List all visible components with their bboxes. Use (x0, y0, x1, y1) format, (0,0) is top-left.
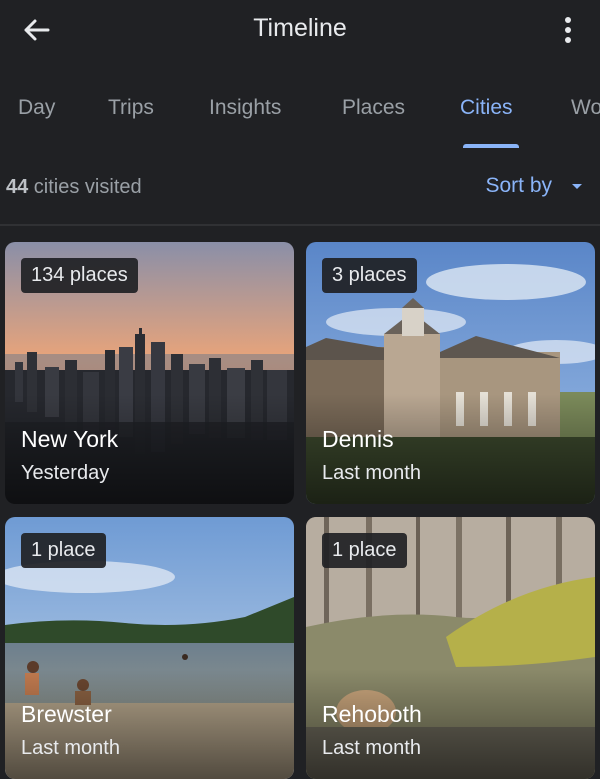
more-options-button[interactable] (554, 10, 582, 50)
tab-insights[interactable]: Insights (209, 96, 281, 120)
city-card-rehoboth[interactable]: 1 place Rehoboth Last month (306, 517, 595, 779)
sort-by-label: Sort by (485, 174, 552, 197)
last-visit: Yesterday (21, 462, 110, 484)
places-count-badge: 134 places (21, 258, 138, 293)
cities-count: 44 (6, 176, 29, 198)
sort-by-button[interactable]: Sort by (485, 174, 582, 198)
city-name: Rehoboth (322, 701, 422, 727)
last-visit: Last month (322, 737, 421, 759)
cities-visited-summary: 44 cities visited (6, 176, 142, 199)
city-card-brewster[interactable]: 1 place Brewster Last month (5, 517, 294, 779)
active-tab-indicator (463, 144, 519, 148)
top-app-bar: Timeline (0, 0, 600, 60)
city-name: Dennis (322, 426, 394, 452)
tab-cities[interactable]: Cities (460, 96, 513, 120)
tab-world[interactable]: Wo (571, 96, 600, 120)
places-count-badge: 3 places (322, 258, 417, 293)
city-name: Brewster (21, 701, 112, 727)
cities-visited-label: cities visited (28, 176, 142, 198)
last-visit: Last month (21, 737, 120, 759)
places-count-badge: 1 place (21, 533, 106, 568)
divider (0, 224, 600, 226)
page-title: Timeline (253, 14, 347, 42)
tab-places[interactable]: Places (342, 96, 405, 120)
places-count-badge: 1 place (322, 533, 407, 568)
city-card-dennis[interactable]: 3 places Dennis Last month (306, 242, 595, 504)
more-vert-icon (565, 17, 571, 43)
city-name: New York (21, 426, 119, 452)
tab-trips[interactable]: Trips (108, 96, 154, 120)
tab-day[interactable]: Day (18, 96, 55, 120)
city-card-new-york[interactable]: 134 places New York Yesterday (5, 242, 294, 504)
caret-down-icon (572, 183, 582, 189)
last-visit: Last month (322, 462, 421, 484)
tab-bar: Day Trips Insights Places Cities Wo (0, 84, 600, 150)
